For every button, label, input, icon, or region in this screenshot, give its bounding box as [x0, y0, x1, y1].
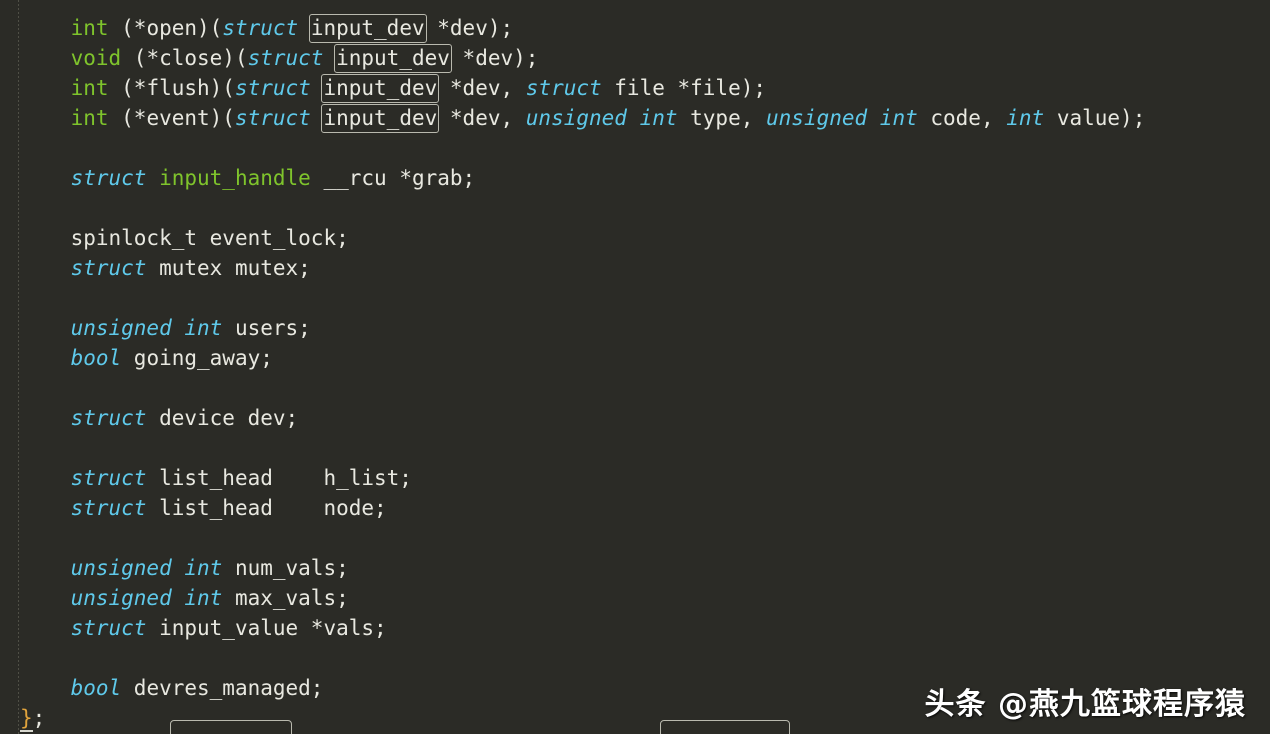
occurrence-highlight-token[interactable]: input_dev: [308, 14, 427, 43]
code-line[interactable]: struct mutex mutex;: [0, 253, 1270, 283]
code-token: code,: [917, 106, 1007, 130]
code-line[interactable]: struct device dev;: [0, 403, 1270, 433]
code-token: list_head node;: [146, 496, 387, 520]
code-line[interactable]: [0, 193, 1270, 223]
code-block[interactable]: int (*open)(struct input_dev *dev); void…: [0, 13, 1270, 733]
code-line[interactable]: [0, 373, 1270, 403]
keyword-token: unsigned int: [70, 316, 223, 340]
code-line[interactable]: unsigned int num_vals;: [0, 553, 1270, 583]
code-token: device dev;: [146, 406, 299, 430]
keyword-token: bool: [70, 676, 122, 700]
code-line[interactable]: bool devres_managed;: [0, 673, 1270, 703]
occurrence-highlight-token[interactable]: input_dev: [321, 104, 440, 133]
code-token: value);: [1044, 106, 1146, 130]
code-token: devres_managed;: [121, 676, 324, 700]
keyword-token: int: [1006, 106, 1045, 130]
keyword-token: struct: [70, 166, 147, 190]
code-token: (*event)(: [108, 106, 235, 130]
code-token: max_vals;: [222, 586, 349, 610]
code-token: *dev);: [449, 46, 539, 70]
code-token: going_away;: [121, 346, 273, 370]
code-line[interactable]: struct list_head node;: [0, 493, 1270, 523]
code-token: *dev);: [424, 16, 514, 40]
keyword-token: struct: [70, 406, 147, 430]
code-token: num_vals;: [222, 556, 349, 580]
code-line[interactable]: int (*open)(struct input_dev *dev);: [0, 13, 1270, 43]
code-line[interactable]: unsigned int users;: [0, 313, 1270, 343]
clipped-occurrence-highlight: [170, 720, 292, 734]
type-token: int: [70, 76, 109, 100]
code-line[interactable]: [0, 133, 1270, 163]
occurrence-highlight-token[interactable]: input_dev: [321, 74, 440, 103]
code-token: __rcu *grab;: [310, 166, 476, 190]
keyword-token: struct: [70, 256, 147, 280]
code-token: mutex mutex;: [146, 256, 311, 280]
code-token: file *file);: [601, 76, 767, 100]
keyword-token: struct: [70, 496, 147, 520]
keyword-token: unsigned int: [70, 556, 223, 580]
code-token: (*close)(: [121, 46, 248, 70]
code-token: *dev,: [437, 76, 526, 100]
code-line[interactable]: int (*event)(struct input_dev *dev, unsi…: [0, 103, 1270, 133]
type-token: void: [70, 46, 122, 70]
code-token: users;: [222, 316, 311, 340]
code-line[interactable]: struct input_handle __rcu *grab;: [0, 163, 1270, 193]
keyword-token: struct: [70, 616, 147, 640]
occurrence-highlight-token[interactable]: input_dev: [334, 44, 452, 73]
code-token: input_value *vals;: [146, 616, 387, 640]
code-token: (*open)(: [108, 16, 223, 40]
keyword-token: unsigned int: [525, 106, 678, 130]
code-line[interactable]: [0, 283, 1270, 313]
code-line[interactable]: [0, 523, 1270, 553]
keyword-token: struct: [222, 16, 299, 40]
keyword-token: unsigned int: [766, 106, 918, 130]
code-line[interactable]: spinlock_t event_lock;: [0, 223, 1270, 253]
code-token: (*flush)(: [108, 76, 235, 100]
code-line[interactable]: unsigned int max_vals;: [0, 583, 1270, 613]
type-token: int: [70, 16, 109, 40]
code-line[interactable]: bool going_away;: [0, 343, 1270, 373]
code-editor-viewport: int (*open)(struct input_dev *dev); void…: [0, 0, 1270, 734]
keyword-token: bool: [70, 346, 122, 370]
keyword-token: struct: [70, 466, 147, 490]
code-line[interactable]: int (*flush)(struct input_dev *dev, stru…: [0, 73, 1270, 103]
keyword-token: unsigned int: [70, 586, 223, 610]
type-token: int: [70, 106, 109, 130]
keyword-token: struct: [234, 106, 311, 130]
code-line[interactable]: void (*close)(struct input_dev *dev);: [0, 43, 1270, 73]
keyword-token: struct: [234, 76, 311, 100]
code-token: type,: [677, 106, 767, 130]
code-line[interactable]: struct input_value *vals;: [0, 613, 1270, 643]
code-token: list_head h_list;: [146, 466, 412, 490]
type-token: input_handle: [159, 166, 311, 190]
keyword-token: struct: [247, 46, 324, 70]
code-line[interactable]: [0, 643, 1270, 673]
code-token: spinlock_t event_lock;: [70, 226, 349, 250]
clipped-occurrence-highlights: [0, 720, 1270, 734]
keyword-token: struct: [525, 76, 602, 100]
code-line[interactable]: struct list_head h_list;: [0, 463, 1270, 493]
code-line[interactable]: [0, 433, 1270, 463]
code-token: *dev,: [437, 106, 526, 130]
clipped-occurrence-highlight: [660, 720, 790, 734]
